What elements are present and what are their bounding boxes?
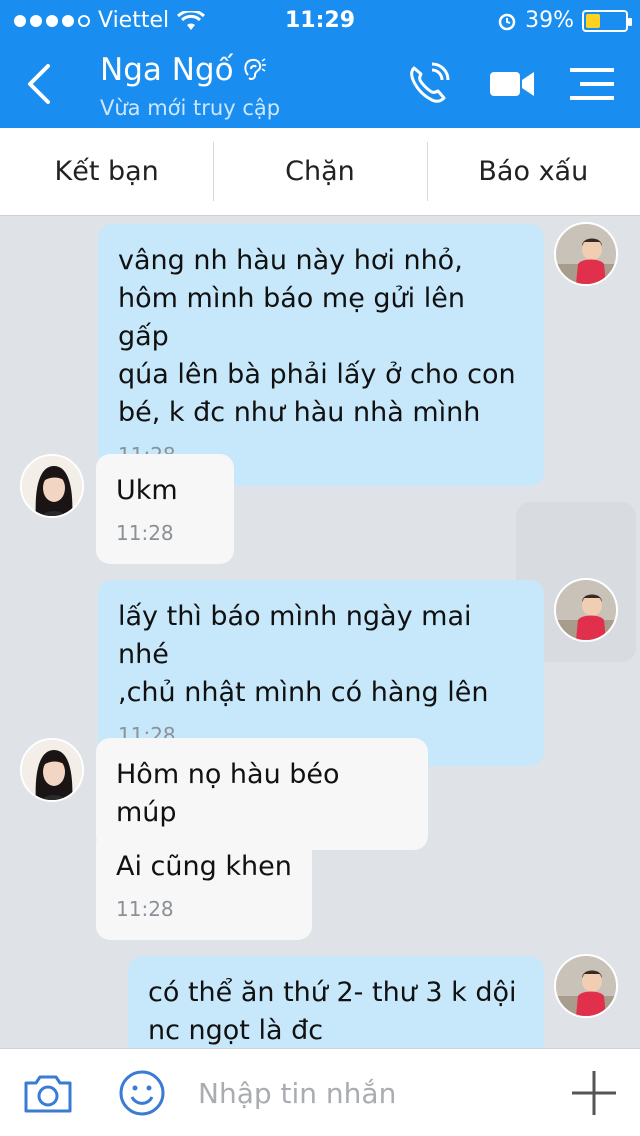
message-bubble-sent[interactable]: có thể ăn thứ 2- thư 3 k dội nc ngọt là … (128, 956, 544, 1048)
avatar[interactable] (554, 222, 618, 286)
contact-actions: Kết bạn Chặn Báo xấu (0, 128, 640, 216)
last-seen-status: Vừa mới truy cập (100, 96, 281, 120)
avatar[interactable] (20, 738, 84, 802)
battery-icon (582, 9, 632, 32)
message-input[interactable]: Nhập tin nhắn (198, 1077, 396, 1110)
avatar[interactable] (554, 954, 618, 1018)
block-button[interactable]: Chặn (213, 128, 426, 215)
report-button[interactable]: Báo xấu (426, 128, 640, 215)
message-bubble-received[interactable]: Ukm 11:28 (96, 454, 234, 564)
message-time: 11:28 (116, 521, 174, 545)
status-bar: Viettel 11:29 39% (0, 0, 640, 40)
message-input-bar: Nhập tin nhắn (0, 1048, 640, 1136)
message-time: 11:28 (116, 897, 174, 921)
message-list[interactable]: vâng nh hàu này hơi nhỏ, hôm mình báo mẹ… (0, 216, 640, 1048)
message-bubble-received[interactable]: Ai cũng khen 11:28 (96, 830, 312, 940)
phone-icon[interactable] (404, 60, 452, 108)
alarm-icon (498, 13, 516, 30)
top-bar: Viettel 11:29 39% Nga Ngố Vừa mới truy c… (0, 0, 640, 128)
chevron-left-icon[interactable] (20, 62, 60, 106)
video-icon[interactable] (488, 60, 536, 108)
avatar[interactable] (20, 454, 84, 518)
avatar[interactable] (554, 578, 618, 642)
plus-icon[interactable] (568, 1067, 620, 1119)
ear-icon (243, 58, 266, 80)
add-friend-button[interactable]: Kết bạn (0, 128, 213, 215)
chat-header: Nga Ngố Vừa mới truy cập (0, 40, 640, 128)
message-bubble-sent[interactable]: vâng nh hàu này hơi nhỏ, hôm mình báo mẹ… (98, 224, 544, 486)
emoji-icon[interactable] (116, 1067, 168, 1119)
camera-icon[interactable] (22, 1067, 74, 1119)
battery-percent: 39% (525, 8, 574, 33)
contact-name[interactable]: Nga Ngố (100, 52, 266, 88)
menu-icon[interactable] (568, 60, 616, 108)
